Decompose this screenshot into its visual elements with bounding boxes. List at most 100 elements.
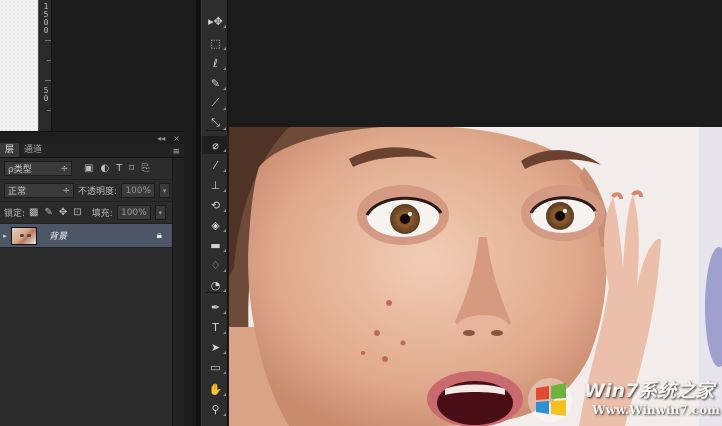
select-arrow-icon: ÷ xyxy=(60,163,68,174)
tool-group-indicator xyxy=(223,351,226,354)
vertical-ruler[interactable]: 1 5 0 0 5 0 xyxy=(38,0,52,131)
thumbnail-detail xyxy=(20,233,24,237)
lock-label: 锁定: xyxy=(4,209,26,219)
blend-mode-select[interactable]: 正常 ÷ xyxy=(4,183,74,198)
shape-filter-icon[interactable]: ⌑ xyxy=(129,163,134,174)
brush-tool-icon: ⁄ xyxy=(214,158,217,172)
opacity-input[interactable]: 100% xyxy=(121,183,156,198)
select-arrow-icon: ÷ xyxy=(62,185,70,196)
brush-tool-button[interactable]: ⁄ xyxy=(202,156,229,174)
blur-tool-icon: ♢ xyxy=(210,258,221,272)
watermark-url: Www.Winwin7.com xyxy=(592,403,720,417)
opacity-dropdown-icon[interactable]: ▾ xyxy=(159,183,171,198)
canvas-edge xyxy=(0,0,38,131)
history-brush-tool-button[interactable]: ⟲ xyxy=(202,196,229,214)
layer-row-background[interactable]: ▸ 背景 🔒︎ xyxy=(0,224,172,248)
tool-group-indicator xyxy=(223,413,226,416)
layers-panel: ◂◂ × 层 通道 ≡ ρ类型 ÷ ▣ ◐ T ⌑ ⎘ 正常 ÷ 不透明度: 1… xyxy=(0,131,184,426)
tool-group-indicator xyxy=(223,229,226,232)
lock-position-icon[interactable]: ✥ xyxy=(59,207,67,218)
layer-visibility-icon[interactable]: ▸ xyxy=(0,224,10,248)
type-filter-icon[interactable]: T xyxy=(116,163,122,174)
quick-selection-tool-icon: ✎ xyxy=(210,76,221,90)
type-tool-icon: T xyxy=(212,320,219,334)
path-selection-tool-button[interactable]: ➤ xyxy=(202,338,229,356)
lock-image-icon[interactable]: ✎ xyxy=(45,207,53,218)
move-tool-icon: ▸✥ xyxy=(208,14,223,28)
close-panel-icon[interactable]: × xyxy=(173,134,180,143)
marquee-tool-icon: ⬚ xyxy=(210,36,221,50)
tools-panel: ▸✥ ⬚ ℓ ✎ ⟋ ⤡ ⌀ ⁄ ⊥ ⟲ ◈ ▬ ♢ ◔ ✒ T ➤ ▭ ✋ ⚲ xyxy=(201,0,229,426)
layers-scrollbar[interactable] xyxy=(172,158,184,426)
dodge-tool-icon: ◔ xyxy=(210,278,221,292)
hand-tool-icon: ✋ xyxy=(208,382,223,396)
thumbnail-detail xyxy=(27,233,31,237)
tool-group-indicator xyxy=(223,269,226,272)
tool-group-indicator xyxy=(223,249,226,252)
layer-name[interactable]: 背景 xyxy=(49,229,67,242)
spot-healing-tool-icon: ⌀ xyxy=(212,138,219,152)
pixel-filter-icon[interactable]: ▣ xyxy=(84,163,93,174)
watermark: Win7系统之家 Www.Winwin7.com xyxy=(522,372,722,426)
windows-logo-icon xyxy=(528,378,572,422)
layers-list-empty xyxy=(0,252,172,426)
blur-tool-button[interactable]: ♢ xyxy=(202,256,229,274)
layer-lock-icon: 🔒︎ xyxy=(156,230,162,241)
history-brush-tool-icon: ⟲ xyxy=(210,198,221,212)
lock-transparent-icon[interactable]: ▩ xyxy=(29,207,38,218)
tool-separator xyxy=(206,130,225,131)
document-pasteboard xyxy=(229,0,722,127)
move-tool-button[interactable]: ▸✥ xyxy=(202,12,229,30)
panel-menu-icon[interactable]: ≡ xyxy=(172,147,180,157)
spot-healing-tool-button[interactable]: ⌀ xyxy=(202,136,229,154)
tool-group-indicator xyxy=(223,209,226,212)
gradient-tool-icon: ▬ xyxy=(210,238,221,252)
gradient-tool-button[interactable]: ▬ xyxy=(202,236,229,254)
pen-tool-button[interactable]: ✒ xyxy=(202,298,229,316)
clone-stamp-tool-button[interactable]: ⊥ xyxy=(202,176,229,194)
shape-tool-icon: ▭ xyxy=(210,360,221,374)
quick-selection-tool-button[interactable]: ✎ xyxy=(202,74,229,92)
lock-icons: ▩ ✎ ✥ ⊡ xyxy=(29,207,82,218)
fill-label: 填充: xyxy=(91,209,113,219)
crop-tool-icon: ⟋ xyxy=(211,96,220,109)
lock-row: 锁定: ▩ ✎ ✥ ⊡ 填充: 100% ▾ xyxy=(0,202,184,224)
photoshop-window: 1 5 0 0 5 0 ◂◂ × 层 通道 ≡ ρ类型 ÷ ▣ ◐ T ⌑ ⎘ … xyxy=(0,0,722,426)
crop-tool-button[interactable]: ⟋ xyxy=(202,94,229,112)
shape-tool-button[interactable]: ▭ xyxy=(202,358,229,376)
fill-input[interactable]: 100% xyxy=(116,205,151,220)
tool-group-indicator xyxy=(223,393,226,396)
type-tool-button[interactable]: T xyxy=(202,318,229,336)
tool-group-indicator xyxy=(223,371,226,374)
tab-layers[interactable]: 层 xyxy=(0,143,20,157)
tab-channels[interactable]: 通道 xyxy=(19,143,47,157)
tool-group-indicator xyxy=(223,311,226,314)
lasso-tool-icon: ℓ xyxy=(213,56,218,70)
panel-tabs: 层 通道 ≡ xyxy=(0,143,184,158)
fill-dropdown-icon[interactable]: ▾ xyxy=(154,205,166,220)
eraser-tool-button[interactable]: ◈ xyxy=(202,216,229,234)
adjustment-filter-icon[interactable]: ◐ xyxy=(100,163,109,174)
tool-group-indicator xyxy=(223,107,226,110)
collapse-panel-icon[interactable]: ◂◂ xyxy=(157,134,165,143)
lock-all-icon[interactable]: ⊡ xyxy=(73,207,81,218)
filter-kind-select[interactable]: ρ类型 ÷ xyxy=(4,161,72,176)
zoom-tool-icon: ⚲ xyxy=(211,402,220,416)
tool-group-indicator xyxy=(223,25,226,28)
smart-object-filter-icon[interactable]: ⎘ xyxy=(141,163,149,174)
ruler-tick xyxy=(47,110,51,111)
pen-tool-icon: ✒ xyxy=(210,300,221,314)
tool-group-indicator xyxy=(223,149,226,152)
hand-tool-button[interactable]: ✋ xyxy=(202,380,229,398)
filter-kind-label: ρ类型 xyxy=(8,165,32,175)
blend-mode-value: 正常 xyxy=(8,187,27,197)
tool-group-indicator xyxy=(223,67,226,70)
tool-group-indicator xyxy=(223,87,226,90)
zoom-tool-button[interactable]: ⚲ xyxy=(202,400,229,418)
clone-stamp-tool-icon: ⊥ xyxy=(210,178,221,192)
marquee-tool-button[interactable]: ⬚ xyxy=(202,34,229,52)
eyedropper-tool-icon: ⤡ xyxy=(211,116,220,129)
layer-thumbnail xyxy=(11,226,37,245)
lasso-tool-button[interactable]: ℓ xyxy=(202,54,229,72)
ruler-digit: 0 xyxy=(43,26,49,35)
